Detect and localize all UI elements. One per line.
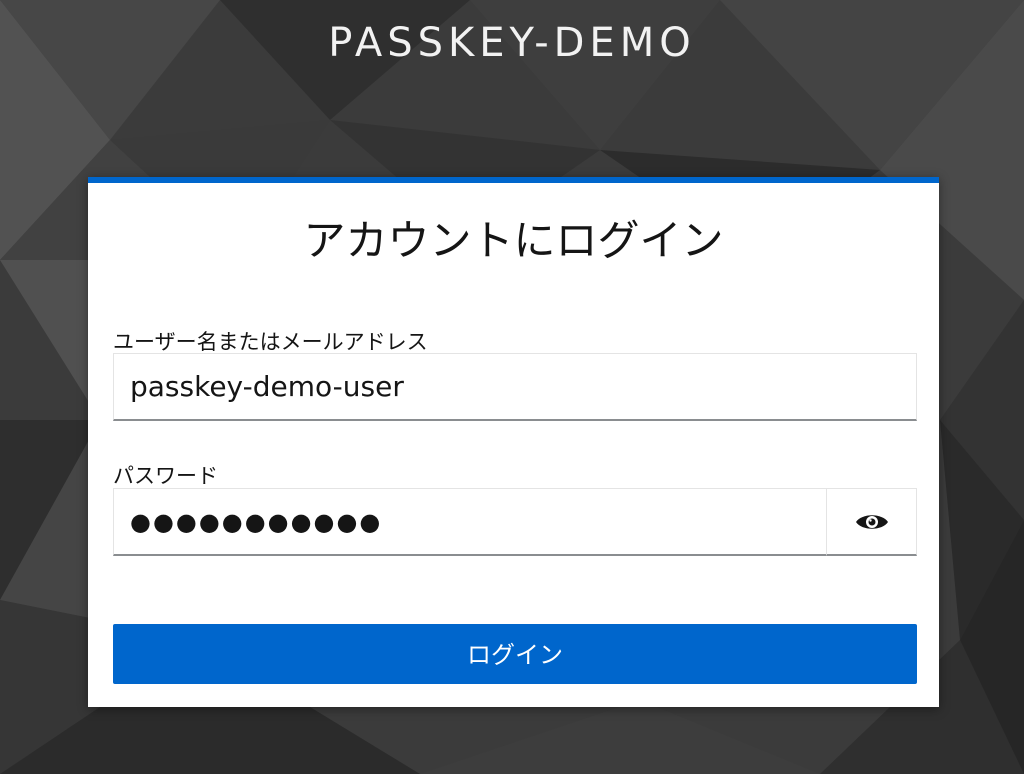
eye-icon (855, 514, 888, 529)
password-input[interactable]: ●●●●●●●●●●● (113, 488, 827, 556)
login-card: アカウントにログイン ユーザー名またはメールアドレス passkey-demo-… (88, 177, 939, 707)
show-password-button[interactable] (826, 488, 917, 556)
page-title: アカウントにログイン (303, 216, 724, 265)
username-label: ユーザー名またはメールアドレス (113, 330, 428, 354)
username-input[interactable]: passkey-demo-user (113, 353, 917, 421)
login-button[interactable]: ログイン (113, 624, 917, 684)
realm-title: PASSKEY-DEMO (328, 20, 696, 66)
password-label: パスワード (113, 464, 218, 488)
